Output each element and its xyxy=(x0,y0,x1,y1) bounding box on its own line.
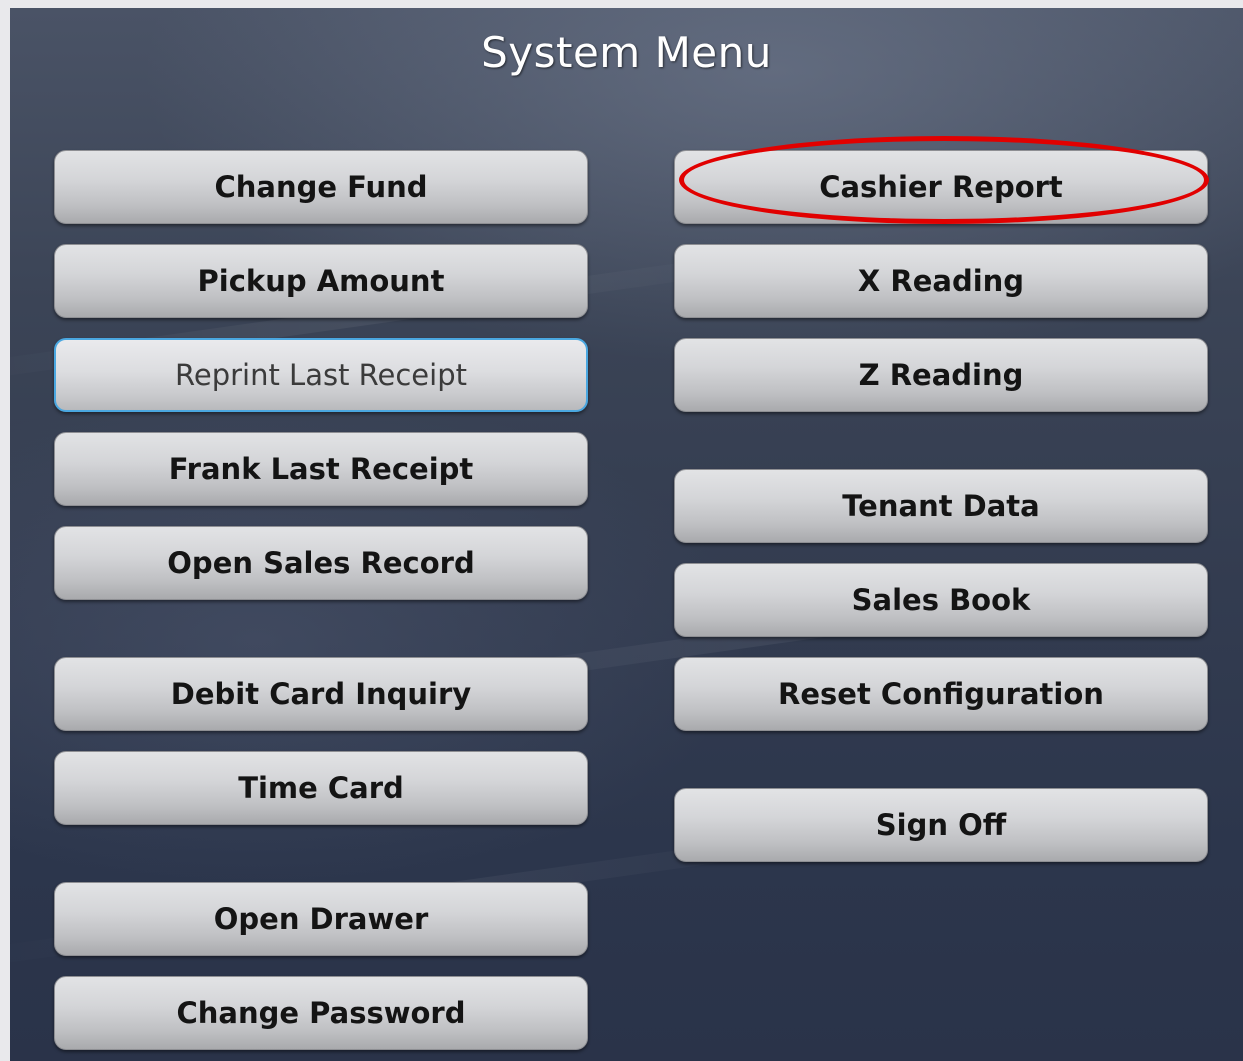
pickup-amount-button[interactable]: Pickup Amount xyxy=(54,244,588,318)
x-reading-button[interactable]: X Reading xyxy=(674,244,1208,318)
sign-off-button[interactable]: Sign Off xyxy=(674,788,1208,862)
debit-card-inquiry-button[interactable]: Debit Card Inquiry xyxy=(54,657,588,731)
system-menu-screen: System Menu Change Fund Pickup Amount Re… xyxy=(10,8,1243,1061)
page-title: System Menu xyxy=(481,28,772,77)
reset-configuration-button[interactable]: Reset Configuration xyxy=(674,657,1208,731)
tenant-data-button[interactable]: Tenant Data xyxy=(674,469,1208,543)
change-fund-button[interactable]: Change Fund xyxy=(54,150,588,224)
open-drawer-button[interactable]: Open Drawer xyxy=(54,882,588,956)
sales-book-button[interactable]: Sales Book xyxy=(674,563,1208,637)
open-sales-record-button[interactable]: Open Sales Record xyxy=(54,526,588,600)
time-card-button[interactable]: Time Card xyxy=(54,751,588,825)
z-reading-button[interactable]: Z Reading xyxy=(674,338,1208,412)
cashier-report-button[interactable]: Cashier Report xyxy=(674,150,1208,224)
change-password-button[interactable]: Change Password xyxy=(54,976,588,1050)
frank-last-receipt-button[interactable]: Frank Last Receipt xyxy=(54,432,588,506)
reprint-last-receipt-button[interactable]: Reprint Last Receipt xyxy=(54,338,588,412)
